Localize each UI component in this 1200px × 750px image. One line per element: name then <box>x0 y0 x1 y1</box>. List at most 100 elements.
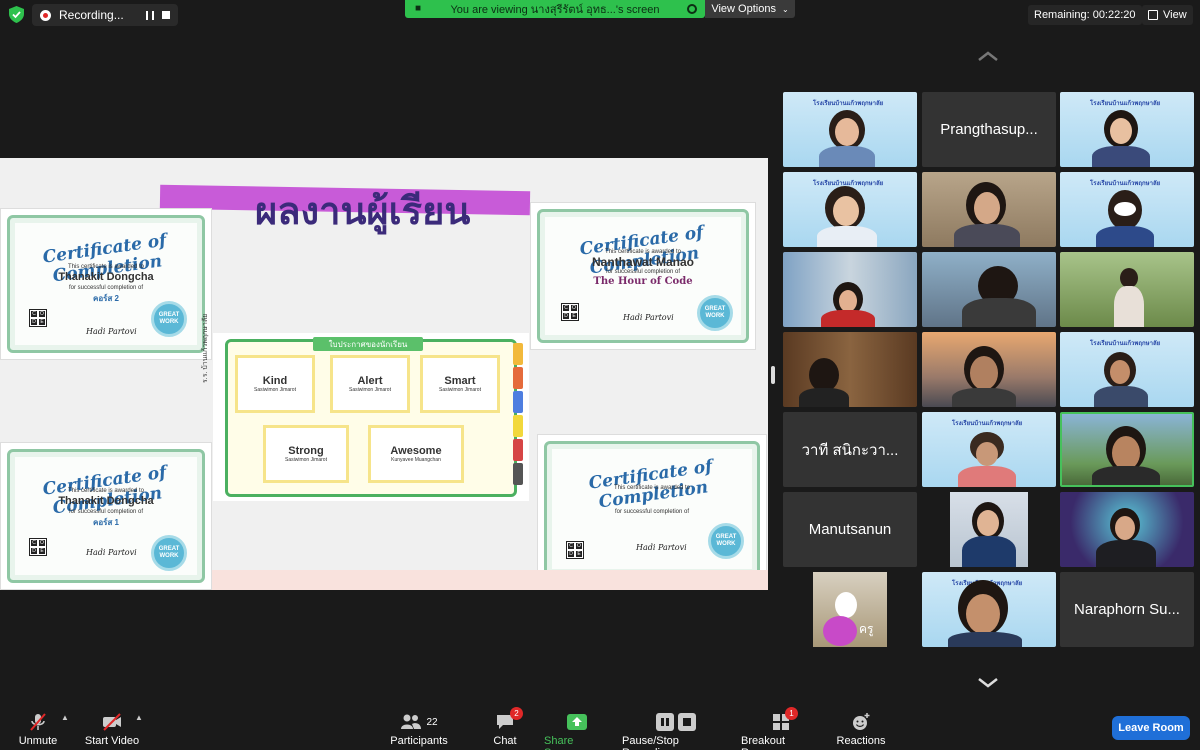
certificate-3: Certificate of Completion This certifica… <box>0 442 212 590</box>
board-header: ใบประกาศของนักเรียน <box>313 337 423 351</box>
participant-name-tile[interactable]: วาที สนิกะวา... <box>783 412 917 487</box>
participant-name-tile[interactable]: Manutsanun <box>783 492 917 567</box>
school-banner: โรงเรียนบ้านแก้วพฤกษาลัย <box>1090 181 1161 187</box>
chat-button[interactable]: 2 Chat <box>490 707 523 747</box>
certificate-for-line: for successful completion of <box>614 509 690 515</box>
pause-icon <box>656 713 674 731</box>
view-options-button[interactable]: View Options ⌄ <box>705 0 795 18</box>
unmute-button[interactable]: Unmute <box>18 711 58 747</box>
gallery-scroll-down-icon[interactable] <box>977 672 999 694</box>
microphone-muted-icon <box>30 713 46 731</box>
meeting-toolbar: Unmute ▲ Start Video ▲ 22 Participants 2… <box>0 705 1200 750</box>
slide-bottom-strip <box>212 570 768 590</box>
certificate-1: Certificate of Completion This certifica… <box>0 208 212 360</box>
active-speaker-tile[interactable] <box>1060 412 1194 487</box>
security-shield-icon[interactable] <box>9 6 24 23</box>
recording-dot-icon <box>40 9 51 21</box>
code-org-logo: CODE <box>566 541 584 559</box>
signature: Hadi Partovi <box>86 548 137 557</box>
reactions-label: Reactions <box>836 735 886 747</box>
participant-video-tile[interactable]: โรงเรียนบ้านแก้วพฤกษาลัย <box>783 172 917 247</box>
participant-video-tile[interactable] <box>922 252 1056 327</box>
participant-name-tile[interactable]: Naraphorn Su... <box>1060 572 1194 647</box>
school-banner: โรงเรียนบ้านแก้วพฤกษาลัย <box>952 421 1023 427</box>
certificate-4: Certificate of Completion This certifica… <box>537 434 767 584</box>
chevron-down-icon: ⌄ <box>781 4 789 14</box>
participant-video-tile[interactable]: โรงเรียนบ้านแก้วพฤกษาลัย <box>1060 92 1194 167</box>
remaining-time: Remaining: 00:22:20 <box>1028 5 1142 25</box>
chat-label: Chat <box>493 735 517 747</box>
participant-video-tile[interactable]: โรงเรียนบ้านแก้วพฤกษาลัย <box>922 572 1056 647</box>
pause-recording-icon[interactable] <box>145 10 154 20</box>
share-screen-label: Share Screen <box>544 735 579 750</box>
grid-view-icon <box>1148 10 1158 20</box>
code-org-logo: CODE <box>29 309 47 327</box>
split-view-handle[interactable] <box>771 366 775 384</box>
unmute-label: Unmute <box>18 735 58 747</box>
breakout-badge: 1 <box>785 707 798 720</box>
reactions-button[interactable]: Reactions <box>836 711 886 747</box>
participant-video-tile[interactable] <box>922 172 1056 247</box>
participant-video-tile[interactable]: โรงเรียนบ้านแก้วพฤกษาลัย <box>1060 332 1194 407</box>
mini-certificate: Awesome Kunyavee Muangchan <box>368 425 464 483</box>
student-certificates-board: ใบประกาศของนักเรียน Kind Sasiwimon Jimaro… <box>213 333 529 501</box>
school-banner: โรงเรียนบ้านแก้วพฤกษาลัย <box>1090 101 1161 107</box>
certificate-name: Thanakit Dongcha <box>58 495 154 507</box>
certificate-for-line: for successful completion of <box>68 509 144 515</box>
speaker-icon: ■ <box>415 3 422 14</box>
stop-icon <box>678 713 696 731</box>
participant-video-tile[interactable] <box>1060 492 1194 567</box>
certificate-2: Certificate of Completion This certifica… <box>530 202 756 350</box>
participant-video-tile[interactable]: โรงเรียนบ้านแก้วพฤกษาลัย <box>783 92 917 167</box>
certificate-for-line: for successful completion of <box>605 269 681 275</box>
certificate-awarded-line: This certificate is awarded to <box>67 264 145 270</box>
share-screen-button[interactable]: Share Screen <box>544 711 610 750</box>
participants-button[interactable]: 22 Participants <box>389 711 449 747</box>
video-off-icon <box>103 713 121 731</box>
school-side-text: ร.ร. บ้านแก้วพฤกษาลัย <box>202 313 209 383</box>
view-button[interactable]: View <box>1142 5 1193 25</box>
participant-video-tile[interactable]: โรงเรียนบ้านแก้วพฤกษาลัย <box>922 412 1056 487</box>
school-banner: โรงเรียนบ้านแก้วพฤกษาลัย <box>813 181 884 187</box>
audio-options-caret-icon[interactable]: ▲ <box>61 713 69 722</box>
participant-video-tile[interactable] <box>783 332 917 407</box>
code-org-logo: CODE <box>561 303 579 321</box>
great-work-badge: GREAT WORK <box>151 535 187 571</box>
great-work-badge: GREAT WORK <box>697 295 733 331</box>
participants-label: Participants <box>390 735 448 747</box>
pause-stop-recording-label: Pause/Stop Recording <box>622 735 679 750</box>
signature: Hadi Partovi <box>636 543 687 552</box>
video-options-caret-icon[interactable]: ▲ <box>135 713 143 722</box>
viewing-text: You are viewing นางสุรีรัตน์ อุทธ...'s s… <box>450 4 660 16</box>
participant-video-tile[interactable] <box>922 492 1056 567</box>
participant-video-tile[interactable] <box>922 332 1056 407</box>
certificate-course: คอร์ส 1 <box>92 518 119 527</box>
pause-stop-recording-button[interactable]: Pause/Stop Recording <box>622 711 730 750</box>
slide-title: ผลงานผู้เรียน <box>255 189 471 233</box>
participant-name-tile[interactable]: Prangthasup... <box>922 92 1056 167</box>
great-work-badge: GREAT WORK <box>151 301 187 337</box>
participant-video-tile[interactable]: โรงเรียนบ้านแก้วพฤกษาลัย <box>1060 172 1194 247</box>
breakout-rooms-button[interactable]: 1 Breakout Rooms <box>741 707 821 750</box>
mini-certificate: Alert Sasiwimon Jimarot <box>330 355 410 413</box>
gallery-scroll-up-icon[interactable] <box>977 45 999 67</box>
mini-certificate: Kind Sasiwimon Jimarot <box>235 355 315 413</box>
code-org-logo: CODE <box>29 538 47 556</box>
view-label: View <box>1163 9 1187 21</box>
start-video-label: Start Video <box>84 735 140 747</box>
stop-recording-icon[interactable] <box>161 11 170 19</box>
participant-video-tile[interactable] <box>783 252 917 327</box>
signature: Hadi Partovi <box>86 327 137 336</box>
mini-certificate: Strong Sasiwimon Jimarot <box>263 425 349 483</box>
color-tabs <box>513 343 523 487</box>
participants-icon <box>401 714 422 729</box>
participant-video-tile[interactable]: ครู <box>783 572 917 647</box>
view-options-label: View Options <box>711 3 776 15</box>
start-video-button[interactable]: Start Video <box>84 711 140 747</box>
certificate-course: The Hour of Code <box>593 276 693 287</box>
zoom-meeting-window: Recording... ■ You are viewing นางสุรีรั… <box>0 0 1200 750</box>
participant-video-tile[interactable] <box>1060 252 1194 327</box>
leave-room-button[interactable]: Leave Room <box>1112 716 1190 740</box>
reactions-icon <box>853 713 870 730</box>
certificate-course: คอร์ส 2 <box>92 294 119 303</box>
